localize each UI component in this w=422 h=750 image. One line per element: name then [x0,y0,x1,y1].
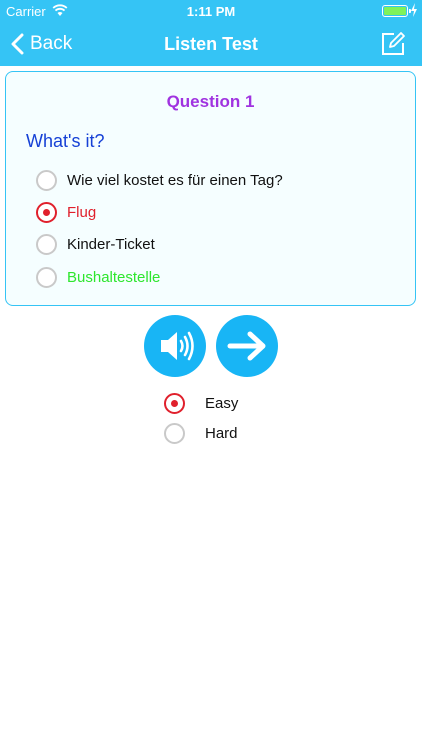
battery-icon [382,5,411,17]
radio-button[interactable] [36,233,57,255]
question-card: Question 1 What's it? Wie viel kostet es… [5,71,416,306]
charging-icon [411,3,417,17]
nav-bar: Back Listen Test [0,22,422,66]
page-title: Listen Test [164,34,258,54]
level-label: Hard [205,424,238,442]
question-title: Question 1 [166,92,255,111]
radio-button[interactable] [164,392,185,414]
level-option-hard[interactable]: Hard [164,422,238,444]
clock-label: 1:11 PM [186,4,236,19]
answer-label: Kinder-Ticket [67,235,155,253]
answer-label: Wie viel kostet es für einen Tag? [67,171,283,189]
answer-option-4[interactable]: Bushaltestelle [36,265,160,289]
radio-button[interactable] [36,266,57,288]
answer-option-3[interactable]: Kinder-Ticket [36,232,155,256]
answer-option-1[interactable]: Wie viel kostet es für einen Tag? [36,168,283,192]
answer-label: Flug [67,203,97,221]
level-label: Easy [205,394,239,412]
status-bar: Carrier 1:11 PM [0,0,422,22]
next-question-button[interactable] [216,315,278,377]
compose-icon[interactable] [380,31,406,57]
answer-label: Bushaltestelle [67,268,161,286]
answer-option-2[interactable]: Flug [36,200,96,224]
speaker-icon [161,331,194,361]
question-prompt: What's it? [26,131,105,151]
play-audio-button[interactable] [144,315,206,377]
level-option-easy[interactable]: Easy [164,392,238,414]
arrow-right-icon [227,331,266,361]
radio-button[interactable] [164,422,185,444]
radio-button[interactable] [36,169,57,191]
radio-button[interactable] [36,201,57,223]
